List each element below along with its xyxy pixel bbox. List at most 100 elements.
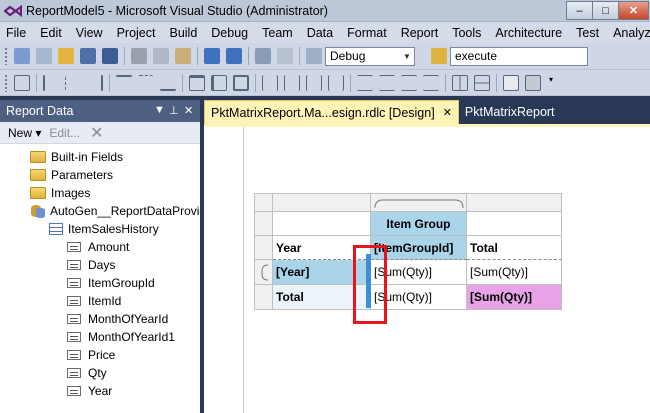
tree-item-datasource[interactable]: AutoGen__ReportDataProvider (31, 202, 200, 220)
remove-vertical-spacing-icon[interactable] (423, 74, 439, 91)
toolbar-separator (255, 73, 256, 92)
tab-design[interactable]: PktMatrixReport.Ma...esign.rdlc [Design]… (204, 100, 459, 124)
row-total-data-cell[interactable]: [Sum(Qty)] (467, 260, 562, 285)
menu-build[interactable]: Build (169, 26, 197, 40)
toolbar-grip[interactable] (4, 47, 8, 65)
cut-icon[interactable] (131, 48, 147, 64)
chevron-down-icon[interactable]: ▼ (400, 48, 414, 65)
panel-menu-icon[interactable]: ▼ (154, 104, 165, 116)
paste-icon[interactable] (175, 48, 191, 64)
minimize-button[interactable]: – (566, 1, 593, 20)
menu-view[interactable]: View (76, 26, 103, 40)
column-group-handle[interactable] (371, 193, 467, 212)
tree-item-field-monthofyearid[interactable]: MonthOfYearId (67, 310, 168, 328)
menu-file[interactable]: File (6, 26, 26, 40)
close-tab-icon[interactable]: ✕ (443, 106, 452, 119)
save-icon[interactable] (80, 48, 96, 64)
tree-item-field-itemid[interactable]: ItemId (67, 292, 121, 310)
toolbar-grip[interactable] (4, 73, 8, 92)
redo-icon[interactable] (226, 48, 242, 64)
column-group-header-cell[interactable]: Item Group (371, 212, 467, 236)
menu-architecture[interactable]: Architecture (495, 26, 562, 40)
field-icon (67, 278, 81, 288)
align-bottoms-icon[interactable] (160, 75, 176, 91)
increase-horizontal-spacing-icon[interactable] (284, 74, 300, 91)
menu-test[interactable]: Test (576, 26, 599, 40)
menu-format[interactable]: Format (347, 26, 387, 40)
tree-item-field-qty[interactable]: Qty (67, 364, 107, 382)
maximize-button[interactable]: □ (592, 1, 619, 20)
align-lefts-icon[interactable] (43, 74, 59, 91)
field-icon (67, 350, 81, 360)
menu-data[interactable]: Data (307, 26, 333, 40)
align-middles-icon[interactable] (138, 74, 154, 91)
tab-pktmatrixreport[interactable]: PktMatrixReport (459, 100, 561, 124)
toolbar-overflow-icon[interactable]: ▾ (547, 75, 555, 91)
menu-edit[interactable]: Edit (40, 26, 62, 40)
center-horizontally-icon[interactable] (452, 74, 468, 91)
tree-item-dataset[interactable]: ItemSalesHistory (49, 220, 159, 238)
save-all-icon[interactable] (102, 48, 118, 64)
tree-item-field-itemgroupid[interactable]: ItemGroupId (67, 274, 155, 292)
tree-item-parameters[interactable]: Parameters (30, 166, 113, 184)
menu-debug[interactable]: Debug (211, 26, 248, 40)
menu-analyze[interactable]: Analyze (613, 26, 650, 40)
remove-horizontal-spacing-icon[interactable] (328, 74, 344, 91)
cell-text: Total (276, 290, 304, 304)
tablix-cell-empty[interactable] (467, 212, 562, 236)
tree-item-field-year[interactable]: Year (67, 382, 112, 400)
tablix-corner-handle[interactable] (254, 193, 273, 212)
center-vertically-icon[interactable] (474, 74, 490, 91)
make-same-height-icon[interactable] (211, 74, 227, 91)
menu-project[interactable]: Project (117, 26, 156, 40)
open-folder-icon[interactable] (58, 48, 74, 64)
find-combo[interactable]: execute (450, 46, 588, 66)
add-item-icon[interactable] (36, 48, 52, 64)
close-window-button[interactable]: ✕ (618, 1, 649, 20)
tree-item-images[interactable]: Images (30, 184, 90, 202)
row-handle[interactable] (254, 212, 273, 236)
vertical-spacing-icon[interactable] (357, 74, 373, 91)
decrease-vertical-spacing-icon[interactable] (401, 74, 417, 91)
make-same-width-icon[interactable] (189, 74, 205, 91)
tree-item-field-monthofyearid1[interactable]: MonthOfYearId1 (67, 328, 175, 346)
delete-icon[interactable]: ✕ (90, 123, 103, 143)
solution-configuration-select[interactable]: Debug ▼ (325, 46, 415, 66)
navigate-backward-icon[interactable] (255, 48, 271, 64)
bring-to-front-icon[interactable] (503, 74, 519, 91)
close-panel-icon[interactable]: ✕ (184, 104, 193, 117)
align-to-grid-icon[interactable] (14, 74, 30, 91)
new-dropdown-button[interactable]: New ▾ (8, 126, 41, 140)
column-total-header-cell[interactable]: Total (467, 236, 562, 260)
align-centers-icon[interactable] (65, 74, 81, 91)
horizontal-spacing-icon[interactable] (262, 74, 278, 91)
column-handle[interactable] (467, 193, 562, 212)
row-handle[interactable] (254, 236, 273, 260)
pin-icon[interactable]: ⊥ (169, 104, 179, 117)
align-tops-icon[interactable] (116, 74, 132, 91)
send-to-back-icon[interactable] (525, 74, 541, 91)
row-handle[interactable] (254, 285, 273, 310)
menu-report[interactable]: Report (401, 26, 439, 40)
new-project-icon[interactable] (14, 48, 30, 64)
tree-item-built-in-fields[interactable]: Built-in Fields (30, 148, 123, 166)
tree-item-field-days[interactable]: Days (67, 256, 115, 274)
find-in-files-icon[interactable] (431, 48, 447, 64)
row-group-handle[interactable] (254, 260, 273, 285)
menu-tools[interactable]: Tools (452, 26, 481, 40)
undo-icon[interactable] (204, 48, 220, 64)
edit-button[interactable]: Edit... (49, 126, 80, 140)
tree-item-field-amount[interactable]: Amount (67, 238, 129, 256)
increase-vertical-spacing-icon[interactable] (379, 74, 395, 91)
grand-total-cell[interactable]: [Sum(Qty)] (467, 285, 562, 310)
column-handle[interactable] (273, 193, 371, 212)
navigate-forward-icon[interactable] (277, 48, 293, 64)
tablix-cell-empty[interactable] (273, 212, 371, 236)
decrease-horizontal-spacing-icon[interactable] (306, 74, 322, 91)
menu-team[interactable]: Team (262, 26, 293, 40)
align-rights-icon[interactable] (87, 74, 103, 91)
make-same-size-icon[interactable] (233, 74, 249, 91)
tree-item-field-price[interactable]: Price (67, 346, 115, 364)
start-debugging-icon[interactable] (306, 48, 322, 64)
copy-icon[interactable] (153, 48, 169, 64)
